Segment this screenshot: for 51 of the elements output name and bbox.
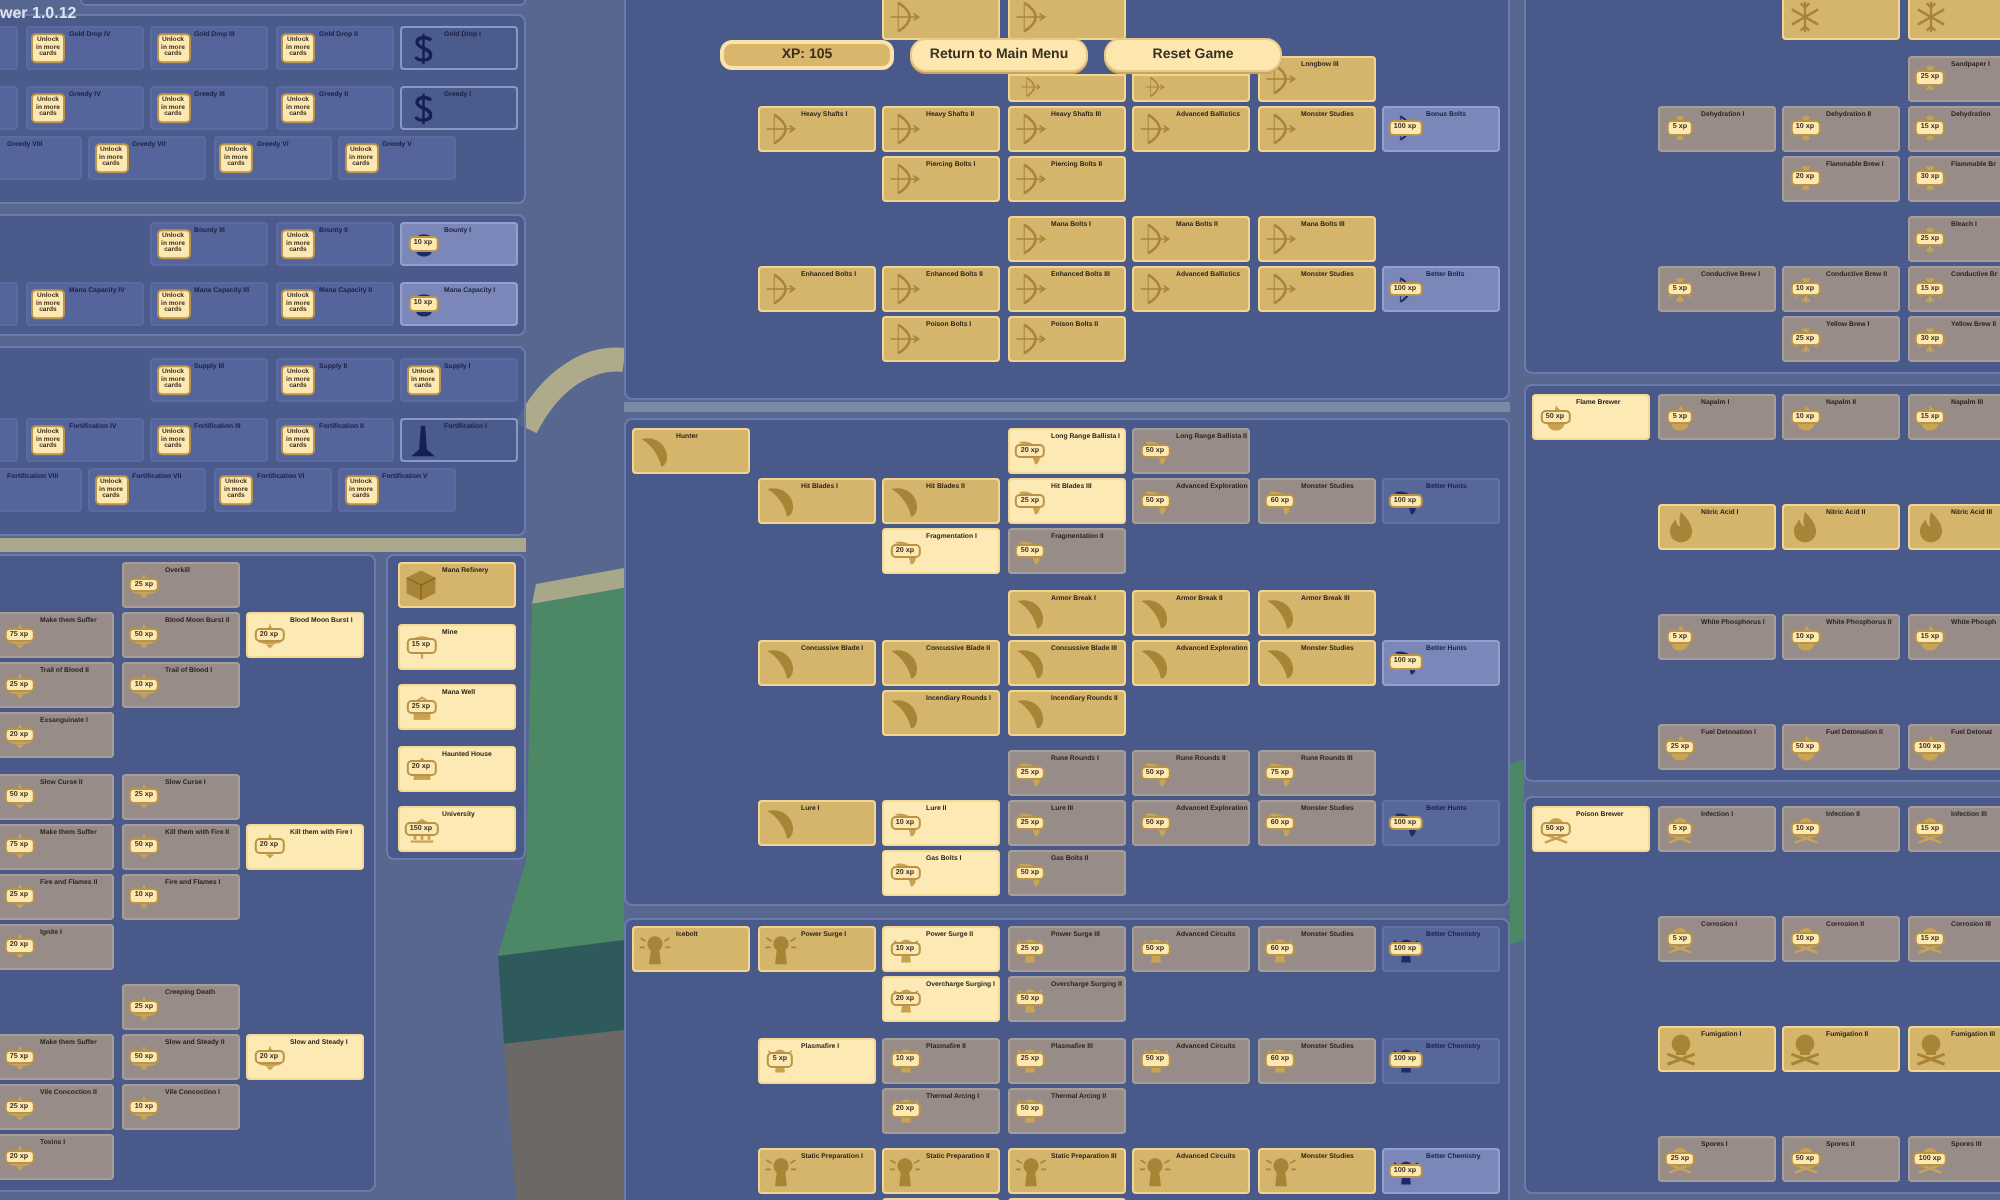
feather-icon <box>1138 595 1172 629</box>
feather-icon <box>1138 645 1172 679</box>
bulb-icon <box>1263 1154 1297 1188</box>
skull-icon <box>1913 1032 1947 1066</box>
flame-icon <box>1788 510 1822 544</box>
bow-icon <box>1019 76 1041 98</box>
feather-icon <box>763 806 797 840</box>
bow-icon <box>1263 272 1297 306</box>
bow-icon <box>1144 76 1166 98</box>
bulb-icon <box>1013 1154 1047 1188</box>
bulb-icon <box>763 932 797 966</box>
feather-icon <box>763 484 797 518</box>
box-icon <box>404 568 438 602</box>
bow-icon <box>1138 111 1172 145</box>
bow-icon <box>888 111 922 145</box>
bow-icon <box>1013 272 1047 306</box>
bulb-icon <box>1138 1154 1172 1188</box>
bow-icon <box>763 111 797 145</box>
skull-icon <box>1663 1032 1697 1066</box>
bow-icon <box>763 272 797 306</box>
bow-icon <box>1013 222 1047 256</box>
bow-icon <box>1138 222 1172 256</box>
bow-icon <box>888 161 922 195</box>
bow-icon <box>888 0 922 34</box>
bow-icon <box>1013 0 1047 34</box>
bulb-icon <box>763 1154 797 1188</box>
bow-icon <box>1013 322 1047 356</box>
feather-icon <box>1013 695 1047 729</box>
snowflake-icon <box>1913 0 1947 34</box>
feather-icon <box>888 645 922 679</box>
bow-icon <box>1263 222 1297 256</box>
bulb-icon <box>638 932 672 966</box>
version-label: wer 1.0.12 <box>0 4 77 22</box>
feather-icon <box>763 645 797 679</box>
bow-icon <box>1013 111 1047 145</box>
feather-icon <box>1013 595 1047 629</box>
tower-icon <box>406 423 440 457</box>
bow-icon <box>888 272 922 306</box>
skull-icon <box>1788 1032 1822 1066</box>
bow-icon <box>1263 111 1297 145</box>
feather-icon <box>1263 645 1297 679</box>
feather-icon <box>1263 595 1297 629</box>
bulb-icon <box>888 1154 922 1188</box>
bow-icon <box>1138 272 1172 306</box>
feather-icon <box>1013 645 1047 679</box>
feather-icon <box>638 434 672 468</box>
feather-icon <box>888 695 922 729</box>
bow-icon <box>888 322 922 356</box>
feather-icon <box>888 484 922 518</box>
snowflake-icon <box>1788 0 1822 34</box>
bow-icon <box>1013 161 1047 195</box>
